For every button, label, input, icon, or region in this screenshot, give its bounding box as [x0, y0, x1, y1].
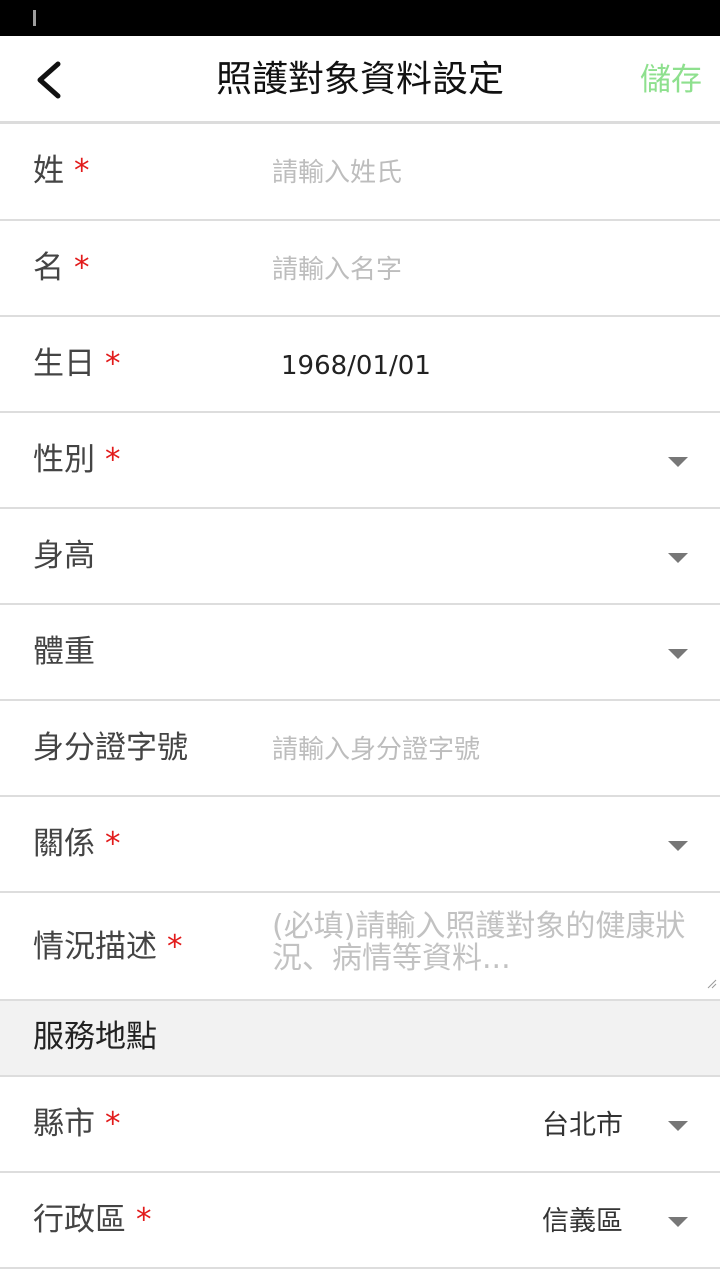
app-header: 照護對象資料設定 儲存 — [0, 36, 720, 124]
id-number-label: 身分證字號 — [33, 730, 188, 766]
city-label: 縣市 * — [33, 1106, 121, 1142]
caret-down-icon[interactable] — [668, 1121, 688, 1131]
status-bar — [0, 0, 720, 36]
weight-row[interactable]: 體重 — [0, 605, 720, 701]
required-mark: * — [74, 153, 90, 189]
caret-down-icon[interactable] — [668, 649, 688, 659]
condition-row: 情況描述 * (必填)請輸入照護對象的健康狀況、病情等資料... — [0, 893, 720, 1001]
required-mark: * — [105, 826, 121, 862]
id-number-row: 身分證字號 請輸入身分證字號 — [0, 701, 720, 797]
birthday-row: 生日 * 1968/01/01 — [0, 317, 720, 413]
save-button[interactable]: 儲存 — [640, 56, 702, 104]
given-name-label: 名 * — [33, 250, 90, 286]
status-indicator — [33, 10, 36, 26]
relation-label: 關係 * — [33, 826, 121, 862]
given-name-input[interactable]: 請輸入名字 — [272, 221, 402, 319]
given-name-row: 名 * 請輸入名字 — [0, 221, 720, 317]
required-mark: * — [136, 1202, 152, 1238]
required-mark: * — [74, 250, 90, 286]
id-number-input[interactable]: 請輸入身分證字號 — [272, 701, 480, 799]
caret-down-icon[interactable] — [668, 1217, 688, 1227]
district-select-value[interactable]: 信義區 — [542, 1173, 623, 1271]
resize-handle-icon[interactable] — [707, 979, 717, 989]
surname-row: 姓 * 請輸入姓氏 — [0, 124, 720, 221]
section-header-service-location: 服務地點 — [0, 1001, 720, 1077]
surname-input[interactable]: 請輸入姓氏 — [272, 124, 402, 222]
birthday-field[interactable]: 1968/01/01 — [281, 317, 431, 415]
gender-row[interactable]: 性別 * — [0, 413, 720, 509]
caret-down-icon[interactable] — [668, 457, 688, 467]
height-label: 身高 — [33, 538, 95, 574]
city-row[interactable]: 縣市 * 台北市 — [0, 1077, 720, 1173]
height-row[interactable]: 身高 — [0, 509, 720, 605]
condition-textarea[interactable]: (必填)請輸入照護對象的健康狀況、病情等資料... — [272, 911, 712, 975]
surname-label: 姓 * — [33, 153, 90, 189]
required-mark: * — [105, 1106, 121, 1142]
relation-row[interactable]: 關係 * — [0, 797, 720, 893]
caret-down-icon[interactable] — [668, 841, 688, 851]
caret-down-icon[interactable] — [668, 553, 688, 563]
district-row[interactable]: 行政區 * 信義區 — [0, 1173, 720, 1269]
required-mark: * — [167, 929, 183, 965]
city-select-value[interactable]: 台北市 — [542, 1077, 623, 1175]
birthday-label: 生日 * — [33, 346, 121, 382]
weight-label: 體重 — [33, 634, 95, 670]
district-label: 行政區 * — [33, 1202, 152, 1238]
page-title: 照護對象資料設定 — [215, 59, 504, 100]
condition-label: 情況描述 * — [33, 929, 183, 965]
section-title: 服務地點 — [33, 1019, 157, 1055]
required-mark: * — [105, 346, 121, 382]
gender-label: 性別 * — [33, 442, 121, 478]
required-mark: * — [105, 442, 121, 478]
